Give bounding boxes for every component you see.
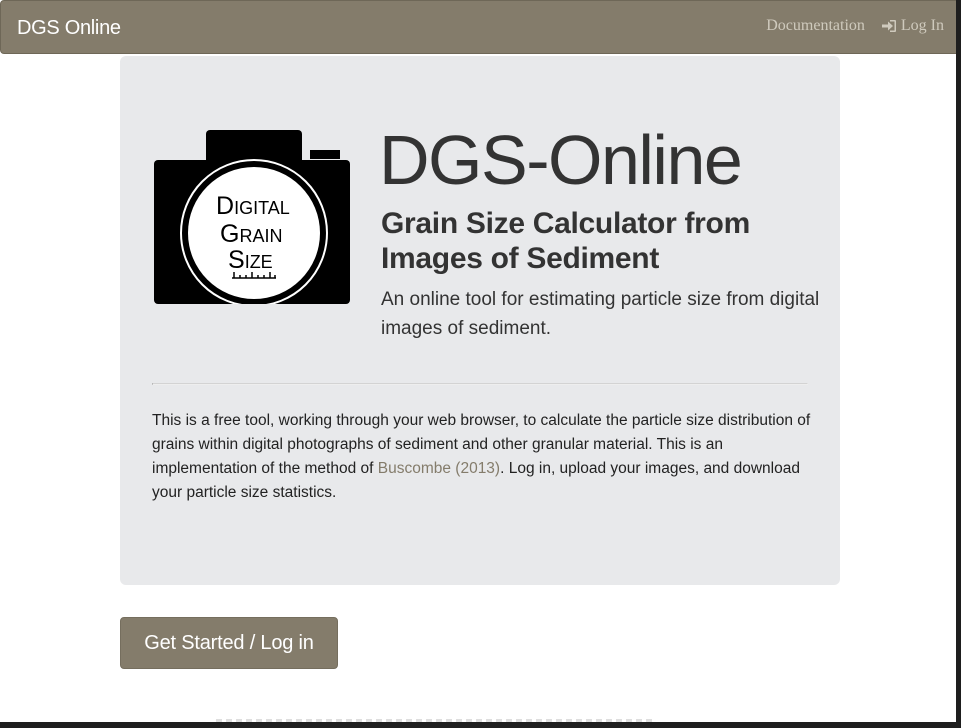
description-paragraph: This is a free tool, working through you… — [152, 409, 812, 505]
lead-text: An online tool for estimating particle s… — [381, 289, 820, 339]
window-edge-right — [956, 0, 961, 728]
camera-logo-icon: DIGITAL GRAIN SIZE — [154, 130, 350, 304]
sign-in-icon — [881, 20, 896, 32]
brand-link[interactable]: DGS Online — [17, 17, 121, 39]
login-link[interactable]: Log In — [881, 16, 944, 36]
nav-links: Documentation Log In — [766, 16, 944, 36]
page-title: DGS-Online — [379, 121, 743, 199]
page-subtitle: Grain Size Calculator from Images of Sed… — [381, 207, 750, 275]
logo-line2-cap: G — [220, 220, 239, 248]
window-edge-bottom — [0, 719, 961, 728]
logo-line1-rest: IGITAL — [234, 198, 290, 218]
logo-line3-rest: IZE — [245, 252, 273, 272]
logo-line2-rest: RAIN — [239, 226, 282, 246]
section-divider — [152, 383, 808, 385]
logo-line3-cap: S — [228, 246, 245, 274]
documentation-link[interactable]: Documentation — [766, 16, 865, 36]
top-navbar: DGS Online Documentation Log In — [0, 0, 961, 54]
login-label: Log In — [900, 17, 944, 34]
logo-line1-cap: D — [216, 192, 234, 220]
hero-jumbotron: DIGITAL GRAIN SIZE DGS-Online Grain Size… — [120, 56, 840, 585]
citation-link[interactable]: Buscombe (2013) — [378, 460, 500, 477]
get-started-button[interactable]: Get Started / Log in — [120, 617, 338, 669]
